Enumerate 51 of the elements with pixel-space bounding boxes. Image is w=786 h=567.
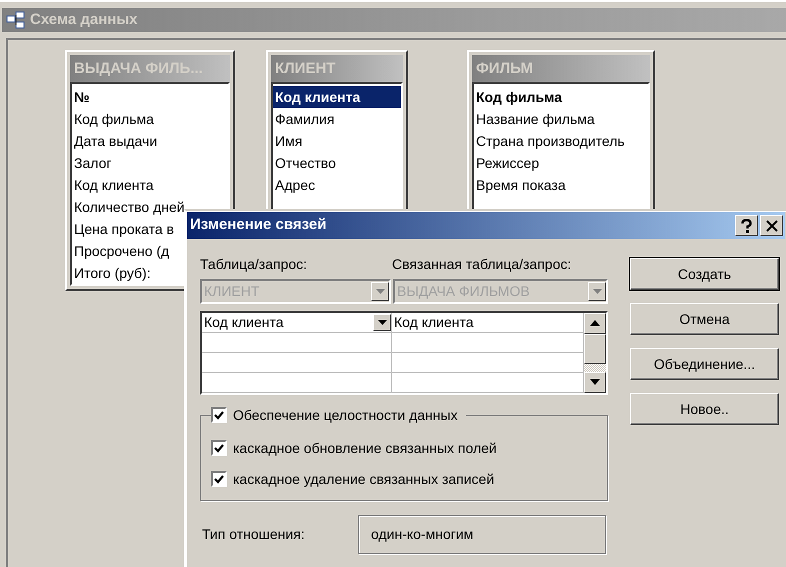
checkbox[interactable] bbox=[211, 471, 227, 487]
field-item[interactable]: Фамилия bbox=[273, 108, 401, 130]
field-item[interactable]: Имя bbox=[273, 130, 401, 152]
table-title: КЛИЕНТ bbox=[271, 55, 403, 82]
field-item[interactable]: Код клиента bbox=[72, 174, 228, 196]
diagram-icon bbox=[6, 11, 26, 29]
field-item[interactable]: Адрес bbox=[273, 174, 401, 196]
dialog-button[interactable]: Новое.. bbox=[630, 393, 779, 425]
grid-cell[interactable] bbox=[392, 352, 584, 372]
dialog-button[interactable]: Объединение... bbox=[630, 348, 779, 380]
field-item[interactable]: Режиссер bbox=[474, 152, 648, 174]
close-icon[interactable] bbox=[760, 215, 783, 236]
window-title: Схема данных bbox=[30, 10, 138, 30]
dialog-button[interactable]: Создать bbox=[630, 258, 779, 290]
checkbox-label: каскадное удаление связанных записей bbox=[233, 470, 494, 489]
grid-cell[interactable] bbox=[202, 352, 392, 372]
scroll-up-icon[interactable] bbox=[584, 312, 606, 334]
field-item[interactable]: Страна производитель bbox=[474, 130, 648, 152]
scroll-thumb[interactable] bbox=[584, 334, 606, 364]
relationship-type-label: Тип отношения: bbox=[202, 524, 305, 544]
field-item[interactable]: Залог bbox=[72, 152, 228, 174]
checkbox[interactable] bbox=[211, 440, 227, 456]
checkbox[interactable] bbox=[211, 407, 227, 423]
field-item[interactable]: Время показа bbox=[474, 174, 648, 196]
check-icon bbox=[214, 444, 224, 452]
check-icon bbox=[214, 410, 224, 420]
field-item[interactable]: Код клиента bbox=[273, 86, 401, 108]
checkbox-label: каскадное обновление связанных полей bbox=[233, 438, 497, 458]
grid-cell[interactable] bbox=[202, 372, 392, 392]
grid-cell[interactable] bbox=[202, 332, 392, 352]
related-table-label: Связанная таблица/запрос: bbox=[392, 255, 572, 274]
table-title: ФИЛЬМ bbox=[472, 55, 650, 82]
grid-cell[interactable] bbox=[392, 332, 584, 352]
dialog-button[interactable]: Отмена bbox=[630, 303, 779, 335]
check-icon bbox=[214, 474, 224, 484]
checkbox-label: Обеспечение целостности данных bbox=[233, 406, 458, 425]
field-cell[interactable]: Код клиента bbox=[202, 312, 392, 332]
field-item[interactable]: Дата выдачи bbox=[72, 130, 228, 152]
grid-cell[interactable] bbox=[392, 372, 584, 392]
field-item[interactable]: Отчество bbox=[273, 152, 401, 174]
field-item[interactable]: Код фильма bbox=[72, 108, 228, 130]
field-item[interactable]: Название фильма bbox=[474, 108, 648, 130]
field-item[interactable]: Код фильма bbox=[474, 86, 648, 108]
field-cell[interactable]: Код клиента bbox=[392, 312, 584, 332]
field-item[interactable]: № bbox=[72, 86, 228, 108]
table-label: Таблица/запрос: bbox=[200, 255, 308, 274]
relationship-type-value: один-ко-многим bbox=[358, 514, 606, 554]
field-item[interactable]: Количество дней bbox=[72, 196, 228, 218]
dialog-title: Изменение связей bbox=[190, 215, 328, 236]
help-icon[interactable] bbox=[735, 215, 758, 236]
scroll-down-icon[interactable] bbox=[584, 372, 606, 392]
